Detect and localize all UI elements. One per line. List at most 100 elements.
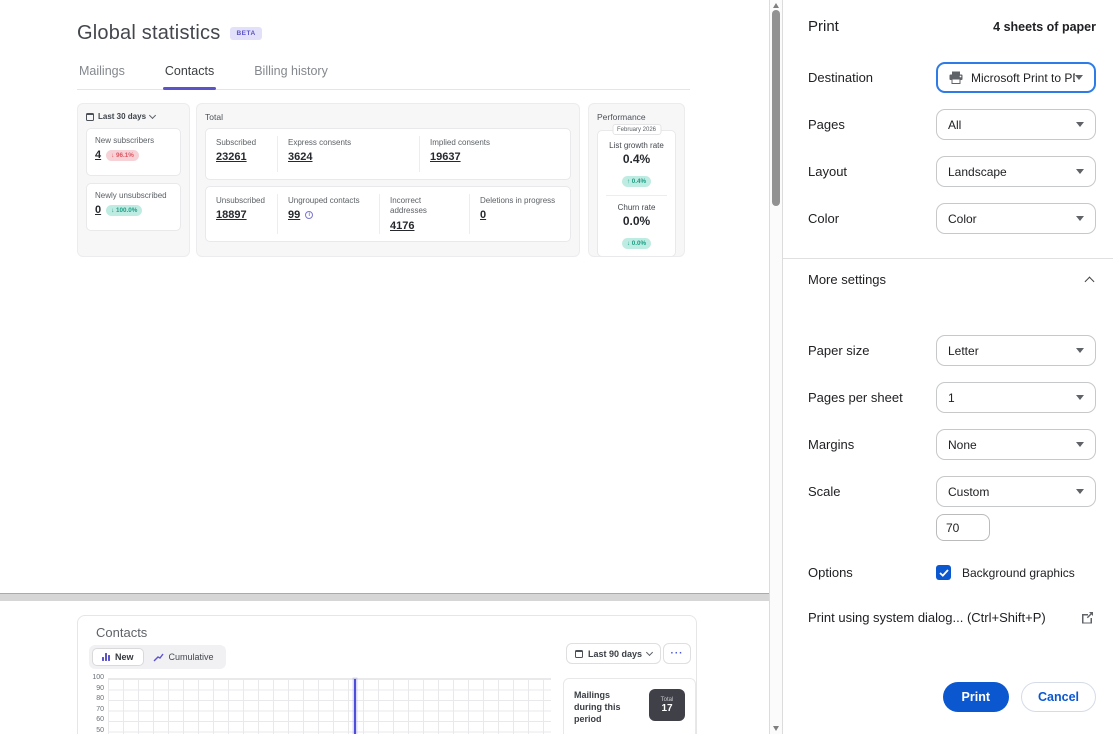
background-graphics-checkbox[interactable]: [936, 565, 951, 580]
period-selector-label: Last 30 days: [98, 112, 146, 121]
dropdown-caret-icon: [1076, 122, 1084, 127]
y-tick: 70: [78, 706, 104, 713]
stat-value-link[interactable]: 99: [288, 209, 300, 221]
check-icon: [939, 569, 949, 577]
toggle-cumulative[interactable]: Cumulative: [144, 649, 223, 665]
scale-custom-input[interactable]: [936, 514, 990, 541]
y-tick: 50: [78, 727, 104, 734]
y-tick: 60: [78, 716, 104, 723]
stat-card-new-subscribers: New subscribers 4 ↓ 96.1%: [86, 128, 181, 176]
statistics-tabs: Mailings Contacts Billing history: [77, 64, 690, 90]
trend-badge: ↓ 96.1%: [106, 150, 139, 161]
scroll-down-arrow-icon[interactable]: [773, 726, 779, 731]
stat-implied-consents: Implied consents 19637: [419, 136, 570, 172]
total-row-2: Unsubscribed 18897 Ungrouped contacts 99…: [205, 186, 571, 242]
print-preview-area: Global statistics BETA Mailings Contacts…: [0, 0, 769, 734]
info-icon[interactable]: i: [305, 211, 313, 219]
sheet-count: 4 sheets of paper: [993, 20, 1096, 34]
divider: [606, 195, 667, 196]
divider: [783, 258, 1113, 259]
color-label: Color: [808, 211, 839, 226]
chart-title: Contacts: [96, 625, 147, 640]
y-tick: 100: [78, 674, 104, 681]
margins-select[interactable]: None: [936, 429, 1096, 460]
scroll-up-arrow-icon[interactable]: [773, 3, 779, 8]
period-selector-90[interactable]: Last 90 days: [566, 643, 661, 664]
page-heading-row: Global statistics BETA: [77, 22, 262, 45]
destination-select[interactable]: Microsoft Print to PDF: [936, 62, 1096, 93]
tab-billing-history[interactable]: Billing history: [252, 64, 330, 89]
line-chart-icon: [153, 653, 164, 662]
layout-select[interactable]: Landscape: [936, 156, 1096, 187]
stat-value-link[interactable]: 4: [95, 149, 101, 161]
stat-label: Newly unsubscribed: [95, 191, 172, 201]
scale-select[interactable]: Custom: [936, 476, 1096, 507]
performance-panel: Performance February 2026 List growth ra…: [588, 103, 685, 257]
pages-select[interactable]: All: [936, 109, 1096, 140]
color-select[interactable]: Color: [936, 203, 1096, 234]
performance-card: February 2026 List growth rate 0.4% ↑ 0.…: [597, 130, 676, 257]
stat-value-link[interactable]: 0: [95, 204, 101, 216]
options-label: Options: [808, 565, 853, 580]
margins-label: Margins: [808, 437, 854, 452]
paper-size-select[interactable]: Letter: [936, 335, 1096, 366]
stat-value-link[interactable]: 4176: [390, 220, 414, 232]
stat-value-link[interactable]: 18897: [216, 209, 247, 221]
calendar-icon: [86, 113, 94, 121]
beta-badge: BETA: [230, 27, 261, 40]
layout-label: Layout: [808, 164, 847, 179]
print-preview-window: Global statistics BETA Mailings Contacts…: [0, 0, 1113, 734]
chart-grid: [108, 678, 551, 734]
scrollbar-thumb[interactable]: [772, 10, 780, 206]
total-chip: Total 17: [649, 689, 685, 721]
stats-row: Last 30 days New subscribers 4 ↓ 96.1% N…: [77, 103, 685, 257]
cancel-button[interactable]: Cancel: [1021, 682, 1096, 712]
chevron-down-icon: [149, 112, 156, 119]
more-options-button[interactable]: ···: [663, 643, 691, 664]
more-settings-toggle[interactable]: More settings: [808, 272, 1093, 287]
pages-per-sheet-label: Pages per sheet: [808, 390, 903, 405]
tab-contacts[interactable]: Contacts: [163, 64, 216, 89]
summary-title: Mailings during this period: [574, 689, 640, 725]
background-graphics-label: Background graphics: [962, 566, 1075, 580]
stat-value-link[interactable]: 23261: [216, 151, 247, 163]
print-button[interactable]: Print: [943, 682, 1009, 712]
open-in-new-icon: [1081, 611, 1094, 624]
paper-size-label: Paper size: [808, 343, 869, 358]
printer-icon: [949, 71, 963, 84]
dropdown-caret-icon: [1076, 442, 1084, 447]
preview-page-1: Global statistics BETA Mailings Contacts…: [0, 0, 769, 593]
chevron-up-icon: [1085, 277, 1095, 287]
page-title: Global statistics: [77, 22, 220, 45]
print-settings-panel: Print 4 sheets of paper Destination Micr…: [783, 0, 1113, 734]
total-panel-label: Total: [205, 112, 571, 122]
tab-mailings[interactable]: Mailings: [77, 64, 127, 89]
preview-scrollbar[interactable]: [769, 0, 783, 734]
chevron-down-icon: [646, 649, 653, 656]
chart-cursor-line: [354, 679, 356, 734]
mailings-summary-card: Mailings during this period Total 17 Jan…: [563, 678, 696, 734]
system-dialog-link[interactable]: Print using system dialog... (Ctrl+Shift…: [808, 610, 1094, 625]
dropdown-caret-icon: [1076, 395, 1084, 400]
period-selector[interactable]: Last 30 days: [86, 112, 181, 121]
bar-chart-icon: [102, 653, 110, 661]
pages-per-sheet-select[interactable]: 1: [936, 382, 1096, 413]
stat-express-consents: Express consents 3624: [277, 136, 419, 172]
stat-value-link[interactable]: 3624: [288, 151, 312, 163]
performance-panel-label: Performance: [597, 112, 676, 122]
stat-incorrect-addresses: Incorrect addresses 4176: [379, 194, 469, 234]
y-tick: 80: [78, 695, 104, 702]
dropdown-caret-icon: [1076, 348, 1084, 353]
total-panel: Total Subscribed 23261 Express consents …: [196, 103, 580, 257]
contacts-chart-card: Contacts New Cumulative Last: [77, 615, 697, 734]
stat-value-link[interactable]: 0: [480, 209, 486, 221]
stat-value-link[interactable]: 19637: [430, 151, 461, 163]
churn-rate-value: 0.0%: [602, 214, 671, 228]
stat-card-newly-unsubscribed: Newly unsubscribed 0 ↓ 100.0%: [86, 183, 181, 231]
stat-ungrouped-contacts: Ungrouped contacts 99 i: [277, 194, 379, 234]
dropdown-caret-icon: [1076, 169, 1084, 174]
calendar-icon: [575, 650, 583, 658]
scale-label: Scale: [808, 484, 841, 499]
page-separator: [0, 593, 769, 601]
toggle-new[interactable]: New: [92, 648, 144, 666]
